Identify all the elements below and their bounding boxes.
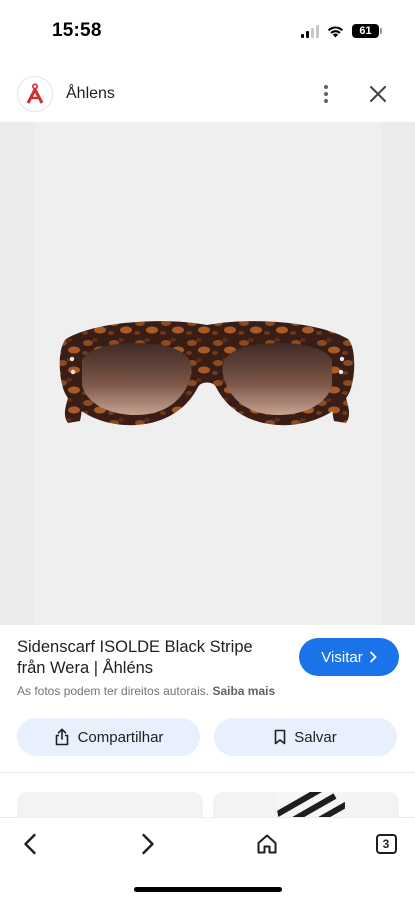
close-icon <box>370 86 386 102</box>
forward-button[interactable] <box>132 828 164 860</box>
more-options-button[interactable] <box>312 80 340 108</box>
share-button[interactable]: Compartilhar <box>17 718 200 756</box>
status-icons: 61 <box>301 22 382 40</box>
back-icon <box>24 833 36 855</box>
bookmark-icon <box>274 729 286 745</box>
status-bar: 15:58 61 <box>0 0 415 62</box>
copyright-notice: As fotos podem ter direitos autorais. Sa… <box>17 684 275 698</box>
site-header: Åhlens <box>0 70 415 118</box>
visit-label: Visitar <box>321 648 363 666</box>
back-button[interactable] <box>14 828 46 860</box>
more-vertical-icon <box>324 85 328 103</box>
product-image[interactable] <box>0 122 415 625</box>
home-button[interactable] <box>251 828 283 860</box>
close-button[interactable] <box>364 80 392 108</box>
site-logo[interactable] <box>17 76 53 112</box>
chevron-right-icon <box>369 651 377 663</box>
learn-more-link[interactable]: Saiba mais <box>212 684 275 698</box>
browser-bottom-bar: 3 <box>0 817 415 900</box>
home-icon <box>257 834 277 854</box>
battery-icon: 61 <box>352 24 382 38</box>
tabs-icon: 3 <box>375 834 397 854</box>
tabs-button[interactable]: 3 <box>370 828 402 860</box>
visit-button[interactable]: Visitar <box>299 638 399 676</box>
save-button[interactable]: Salvar <box>214 718 397 756</box>
home-indicator <box>134 887 282 892</box>
save-label: Salvar <box>294 728 337 746</box>
site-name[interactable]: Åhlens <box>66 85 115 103</box>
share-label: Compartilhar <box>77 728 164 746</box>
product-title[interactable]: Sidenscarf ISOLDE Black Stripe från Wera… <box>17 637 282 679</box>
status-time: 15:58 <box>52 20 102 41</box>
cellular-signal-icon <box>301 24 319 38</box>
copyright-text: As fotos podem ter direitos autorais. <box>17 684 210 698</box>
forward-icon <box>142 833 154 855</box>
divider <box>0 772 415 773</box>
wifi-icon <box>327 26 344 38</box>
share-icon <box>55 728 68 746</box>
sunglasses-image <box>59 321 355 426</box>
ahlens-logo-icon <box>26 83 44 104</box>
image-viewer-page: 15:58 61 Åhlens Sidenscarf ISOLDE Black … <box>0 0 415 900</box>
